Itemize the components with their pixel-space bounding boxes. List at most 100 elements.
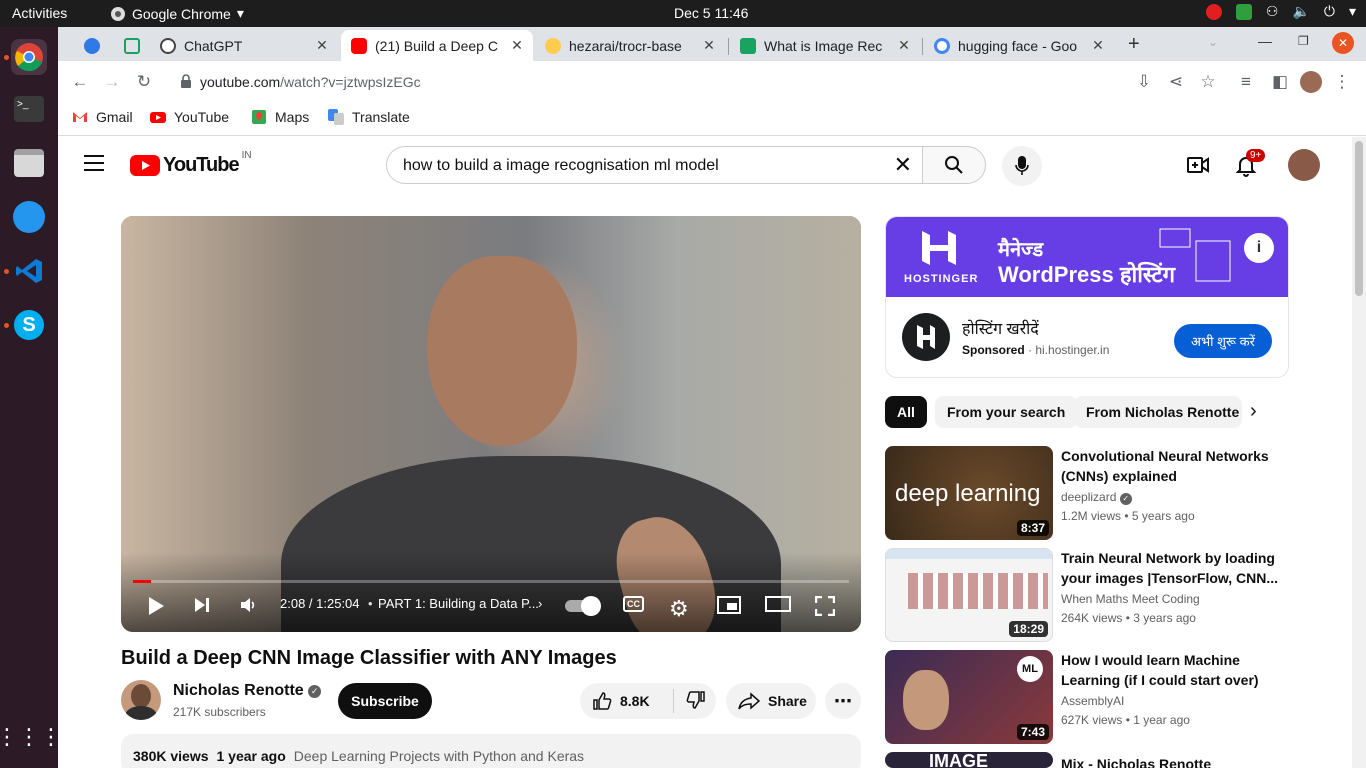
youtube-logo[interactable]: YouTube IN: [130, 150, 252, 177]
subscribe-button[interactable]: Subscribe: [338, 683, 432, 719]
bookmark-gmail[interactable]: Gmail: [72, 109, 133, 125]
volume-icon[interactable]: 🔈: [1292, 3, 1309, 20]
bookmark-maps[interactable]: Maps: [251, 109, 309, 125]
video-title[interactable]: Mix - Nicholas Renotte: [1061, 754, 1281, 768]
ad-title[interactable]: होस्टिंग खरीदें: [962, 317, 1039, 339]
more-actions-icon[interactable]: ⋯: [825, 683, 861, 719]
channel-name[interactable]: When Maths Meet Coding: [1061, 592, 1200, 606]
bookmark-youtube[interactable]: YouTube: [150, 109, 229, 125]
window-close-button[interactable]: ✕: [1332, 32, 1354, 54]
chip-from-your-search[interactable]: From your search: [935, 396, 1078, 428]
share-icon[interactable]: ⋖: [1164, 70, 1188, 94]
theater-mode-button[interactable]: [765, 596, 791, 612]
play-button[interactable]: [147, 596, 165, 616]
search-input[interactable]: how to build a image recognisation ml mo…: [386, 146, 922, 184]
recommended-mix[interactable]: IMAGE Mix - Nicholas Renotte: [885, 752, 1289, 768]
new-tab-button[interactable]: +: [1128, 33, 1140, 56]
maximize-button[interactable]: ❐: [1298, 34, 1309, 48]
channel-name[interactable]: Nicholas Renotte ✓: [173, 682, 322, 700]
next-button[interactable]: [193, 596, 211, 614]
close-icon[interactable]: ✕: [509, 37, 525, 54]
update-icon[interactable]: [1235, 3, 1252, 20]
lock-icon[interactable]: [180, 74, 192, 93]
video-thumbnail[interactable]: IMAGE: [885, 752, 1053, 768]
chrome-icon[interactable]: [11, 39, 47, 75]
page-scrollbar[interactable]: [1352, 137, 1366, 768]
bookmark-translate[interactable]: Translate: [328, 109, 410, 125]
miniplayer-button[interactable]: [717, 596, 741, 614]
video-thumbnail[interactable]: 18:29: [885, 548, 1053, 642]
video-title[interactable]: How I would learn Machine Learning (if I…: [1061, 650, 1281, 690]
address-bar[interactable]: youtube.com/watch?v=jztwpsIzEGc: [166, 66, 1266, 98]
create-video-button[interactable]: [1186, 153, 1210, 182]
clock[interactable]: Dec 5 11:46: [674, 5, 748, 21]
account-avatar[interactable]: [1288, 149, 1320, 181]
captions-button[interactable]: CC: [623, 596, 644, 612]
ad-avatar[interactable]: [902, 313, 950, 361]
files-icon[interactable]: [11, 145, 47, 181]
reload-icon[interactable]: ↻: [132, 70, 156, 94]
power-icon[interactable]: ⏻: [1324, 3, 1335, 20]
recommended-video[interactable]: deep learning 8:37 Convolutional Neural …: [885, 446, 1289, 540]
terminal-icon[interactable]: >_: [11, 91, 47, 127]
docker-icon[interactable]: [11, 199, 47, 235]
close-icon[interactable]: ✕: [896, 37, 912, 54]
forward-icon[interactable]: →: [100, 70, 124, 94]
back-icon[interactable]: ←: [68, 70, 92, 94]
app-menu[interactable]: Google Chrome ▾: [110, 5, 244, 22]
search-button[interactable]: [922, 146, 986, 184]
install-app-icon[interactable]: ⇩: [1132, 70, 1156, 94]
tab-pinned-k[interactable]: [74, 30, 106, 61]
tab-pinned-green[interactable]: [114, 30, 146, 61]
clear-search-icon[interactable]: ✕: [894, 152, 912, 178]
activities-button[interactable]: Activities: [12, 5, 67, 21]
video-thumbnail[interactable]: ML 7:43: [885, 650, 1053, 744]
tab-google-search[interactable]: hugging face - Goo ✕: [924, 30, 1114, 61]
bookmark-star-icon[interactable]: ☆: [1196, 70, 1220, 94]
show-applications-icon[interactable]: ⋮⋮⋮: [0, 719, 62, 755]
notifications-button[interactable]: 9+: [1234, 149, 1266, 182]
progress-bar[interactable]: [133, 580, 849, 583]
system-tray[interactable]: ⚇ 🔈 ⏻ ▾: [1205, 3, 1356, 20]
media-controls-icon[interactable]: ≡: [1234, 70, 1258, 94]
hamburger-menu-icon[interactable]: [84, 155, 104, 171]
ad-banner[interactable]: HOSTINGER मैनेज्ड WordPress होस्टिंग i: [886, 217, 1288, 297]
video-title[interactable]: Train Neural Network by loading your ima…: [1061, 548, 1281, 588]
share-button[interactable]: Share: [726, 683, 816, 719]
vscode-icon[interactable]: [11, 253, 47, 289]
profile-avatar[interactable]: [1300, 71, 1322, 93]
close-icon[interactable]: ✕: [701, 37, 717, 54]
description-box[interactable]: 380K views 1 year ago Deep Learning Proj…: [121, 734, 861, 768]
chapter-title[interactable]: PART 1: Building a Data P...: [378, 596, 538, 611]
network-icon[interactable]: ⚇: [1266, 3, 1279, 20]
like-button[interactable]: 8.8K: [580, 689, 674, 713]
voice-search-button[interactable]: [1002, 146, 1042, 186]
tab-image-recognition[interactable]: What is Image Rec ✕: [730, 30, 920, 61]
chevron-right-icon[interactable]: ›: [1250, 400, 1257, 423]
ad-cta-button[interactable]: अभी शुरू करें: [1174, 324, 1272, 358]
playlist-link[interactable]: Deep Learning Projects with Python and K…: [294, 748, 584, 764]
channel-name[interactable]: deeplizard ✓: [1061, 490, 1132, 505]
settings-gear-icon[interactable]: ⚙: [669, 596, 689, 622]
dislike-button[interactable]: [674, 690, 706, 713]
info-icon[interactable]: i: [1244, 233, 1274, 263]
chevron-right-icon[interactable]: ›: [538, 596, 542, 611]
close-icon[interactable]: ✕: [314, 37, 330, 54]
chip-from-channel[interactable]: From Nicholas Renotte: [1074, 396, 1242, 428]
tab-chatgpt[interactable]: ChatGPT ✕: [150, 30, 338, 61]
channel-avatar[interactable]: [121, 680, 161, 720]
recommended-video[interactable]: ML 7:43 How I would learn Machine Learni…: [885, 650, 1289, 744]
tab-search-icon[interactable]: ⌄: [1208, 35, 1218, 49]
menu-icon[interactable]: ⋮: [1330, 70, 1354, 94]
minimize-button[interactable]: —: [1258, 33, 1272, 49]
video-thumbnail[interactable]: deep learning 8:37: [885, 446, 1053, 540]
video-player[interactable]: 2:08 / 1:25:04 • PART 1: Building a Data…: [121, 216, 861, 632]
video-title[interactable]: Convolutional Neural Networks (CNNs) exp…: [1061, 446, 1281, 486]
side-panel-icon[interactable]: ◧: [1268, 70, 1292, 94]
tab-youtube[interactable]: (21) Build a Deep C ✕: [341, 30, 533, 61]
channel-name[interactable]: AssemblyAI: [1061, 694, 1124, 708]
skype-icon[interactable]: S: [11, 307, 47, 343]
chevron-down-icon[interactable]: ▾: [1349, 3, 1356, 20]
autoplay-toggle[interactable]: [565, 596, 601, 616]
close-icon[interactable]: ✕: [1090, 37, 1106, 54]
